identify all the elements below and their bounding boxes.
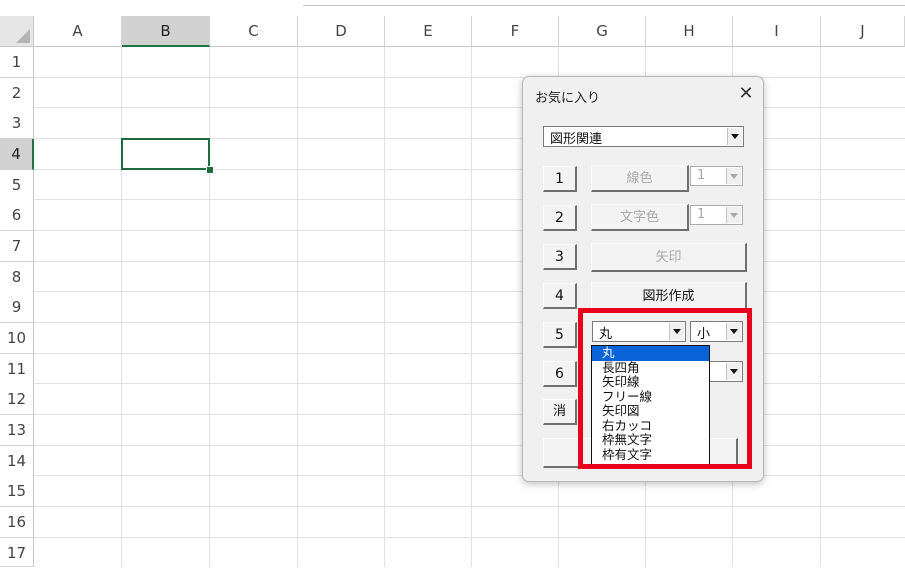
gridline [471, 47, 472, 567]
gridline [34, 445, 905, 446]
column-header-h[interactable]: H [646, 16, 733, 47]
row-header-7[interactable]: 7 [0, 231, 34, 262]
row-header-9[interactable]: 9 [0, 292, 34, 323]
text-color-value: 1 [697, 207, 706, 222]
chevron-down-icon[interactable] [727, 128, 742, 145]
gridline [209, 47, 210, 567]
fill-handle[interactable] [206, 166, 214, 174]
text-color-select[interactable]: 1 [690, 205, 743, 225]
gridline [34, 506, 905, 507]
gridline [820, 47, 821, 567]
line-color-button[interactable]: 線色 [591, 165, 689, 192]
gridline [34, 77, 905, 78]
column-header-f[interactable]: F [472, 16, 559, 47]
button-1[interactable]: 1 [543, 166, 577, 192]
gridline [34, 291, 905, 292]
column-header-c[interactable]: C [210, 16, 298, 47]
row-header-17[interactable]: 17 [0, 538, 34, 567]
line-color-select[interactable]: 1 [690, 166, 743, 186]
row-header-4[interactable]: 4 [0, 139, 34, 170]
row-header-8[interactable]: 8 [0, 262, 34, 293]
gridline [297, 47, 298, 567]
column-header-g[interactable]: G [559, 16, 646, 47]
chevron-down-icon[interactable] [726, 168, 741, 184]
gridline [384, 47, 385, 567]
select-all-triangle-icon [16, 29, 30, 43]
red-highlight-box [578, 308, 752, 469]
column-header-e[interactable]: E [385, 16, 472, 47]
gridline [34, 107, 905, 108]
dialog-title: お気に入り [535, 91, 601, 106]
text-color-button[interactable]: 文字色 [591, 204, 689, 231]
line-color-value: 1 [697, 168, 706, 183]
select-all-button[interactable] [0, 16, 34, 47]
row-header-16[interactable]: 16 [0, 507, 34, 538]
gridline [34, 230, 905, 231]
button-4[interactable]: 4 [543, 283, 577, 309]
formula-bar-edge [303, 0, 905, 6]
row-header-5[interactable]: 5 [0, 170, 34, 201]
create-shape-button[interactable]: 図形作成 [591, 282, 747, 311]
button-2[interactable]: 2 [543, 205, 577, 231]
active-cell-b4[interactable] [121, 138, 210, 170]
row-header-10[interactable]: 10 [0, 323, 34, 354]
row-header-1[interactable]: 1 [0, 47, 34, 78]
row-header-3[interactable]: 3 [0, 108, 34, 139]
gridline [121, 47, 122, 567]
row-header-15[interactable]: 15 [0, 476, 34, 507]
column-header-a[interactable]: A [34, 16, 122, 47]
category-select-value: 図形関連 [550, 132, 603, 147]
row-header-6[interactable]: 6 [0, 200, 34, 231]
gridline [34, 322, 905, 323]
gridline [34, 353, 905, 354]
column-header-i[interactable]: I [733, 16, 821, 47]
gridline [34, 199, 905, 200]
row-header-2[interactable]: 2 [0, 78, 34, 109]
gridline [34, 261, 905, 262]
formula-bar-area [0, 0, 905, 16]
row-header-12[interactable]: 12 [0, 384, 34, 415]
category-select[interactable]: 図形関連 [543, 126, 744, 147]
row-header-14[interactable]: 14 [0, 446, 34, 477]
column-header-b[interactable]: B [122, 16, 210, 47]
gridline [34, 475, 905, 476]
button-5[interactable]: 5 [543, 322, 577, 348]
gridline [34, 414, 905, 415]
arrow-button[interactable]: 矢印 [591, 243, 747, 272]
gridline [34, 383, 905, 384]
column-header-d[interactable]: D [298, 16, 385, 47]
chevron-down-icon[interactable] [726, 207, 741, 223]
button-6[interactable]: 6 [543, 361, 577, 387]
clear-button[interactable]: 消 [543, 399, 577, 425]
gridline [34, 537, 905, 538]
column-header-j[interactable]: J [821, 16, 905, 47]
button-3[interactable]: 3 [543, 244, 577, 270]
close-icon[interactable]: ✕ [737, 83, 755, 105]
row-header-13[interactable]: 13 [0, 415, 34, 446]
spreadsheet-grid[interactable]: A B C D E F G H I J 1 2 3 4 5 6 7 8 9 10… [0, 0, 905, 567]
row-header-11[interactable]: 11 [0, 354, 34, 385]
